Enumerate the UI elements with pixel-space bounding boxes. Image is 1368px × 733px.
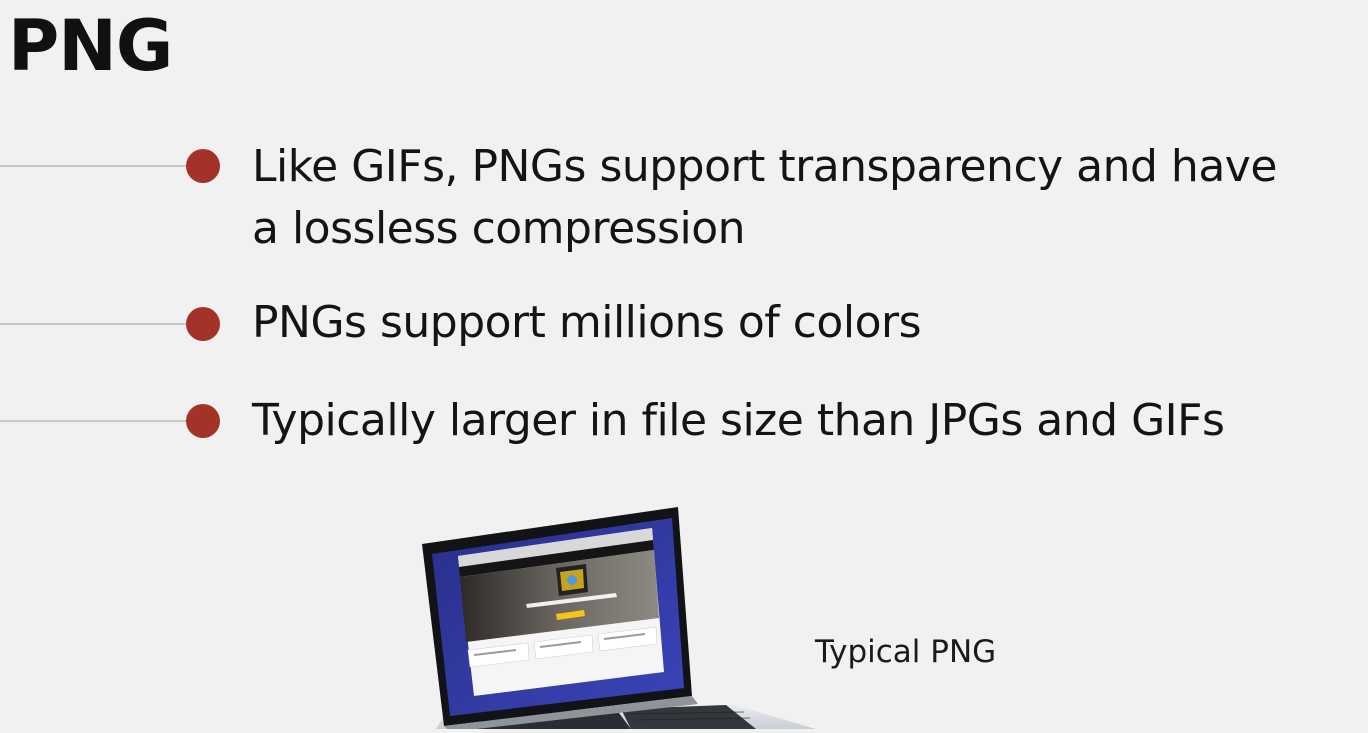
bullet-connector-line: [0, 165, 192, 167]
bullet-text: PNGs support millions of colors: [252, 292, 922, 354]
laptop-caption: Typical PNG: [815, 634, 997, 670]
bullet-text: Like GIFs, PNGs support transparency and…: [252, 136, 1277, 260]
bullet-line: Typically larger in file size than JPGs …: [252, 395, 1225, 446]
bullet-line: a lossless compression: [252, 203, 746, 254]
bullet-connector-line: [0, 420, 192, 422]
bullet-dot: [186, 307, 220, 341]
laptop-icon: [416, 500, 836, 732]
bullet-line: Like GIFs, PNGs support transparency and…: [252, 141, 1277, 192]
bullet-item: PNGs support millions of colors: [0, 292, 1368, 354]
bullet-text: Typically larger in file size than JPGs …: [252, 390, 1225, 452]
slide-title: PNG: [8, 5, 173, 87]
bullet-item: Typically larger in file size than JPGs …: [0, 390, 1368, 452]
bullet-line: PNGs support millions of colors: [252, 297, 922, 348]
bullet-dot: [186, 149, 220, 183]
bullet-dot: [186, 404, 220, 438]
bullet-item: Like GIFs, PNGs support transparency and…: [0, 136, 1368, 260]
bullet-connector-line: [0, 323, 192, 325]
